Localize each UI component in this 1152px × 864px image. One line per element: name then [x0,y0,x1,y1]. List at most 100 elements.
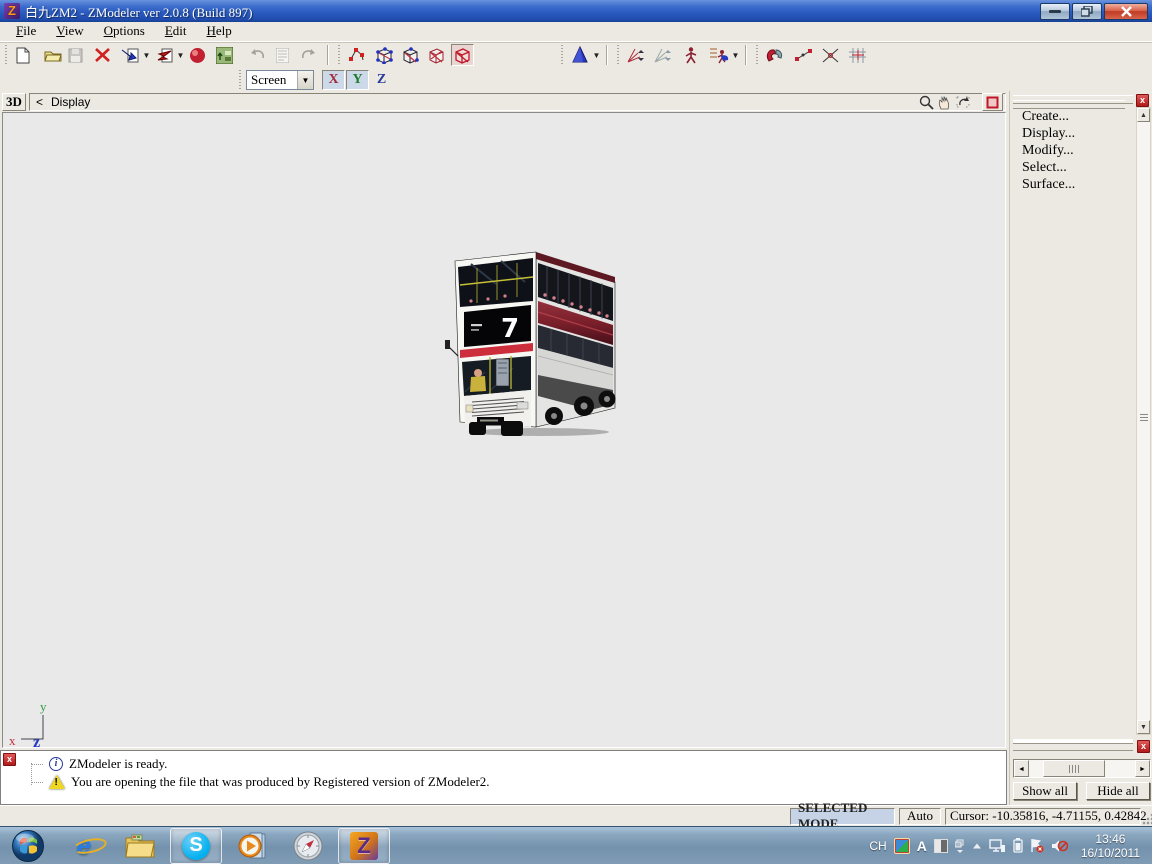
panel-close-button[interactable]: x [1136,94,1149,107]
menu-edit[interactable]: Edit [155,22,197,41]
scroll-left-button[interactable]: ◄ [1014,760,1029,777]
menu-help[interactable]: Help [197,22,242,41]
volume-muted-icon[interactable] [1051,839,1068,853]
create-primitive-dropdown[interactable]: ▼ [591,44,602,66]
magnet-snap-button[interactable] [763,44,786,66]
save-button[interactable] [64,44,87,66]
language-indicator[interactable]: CH [869,839,886,853]
open-file-button[interactable] [41,44,64,66]
resize-grip[interactable] [1140,812,1152,826]
auto-indicator[interactable]: Auto [898,807,941,825]
log-close-button[interactable]: x [3,753,16,766]
taskbar-explorer-button[interactable] [114,828,166,864]
redo-button[interactable] [296,44,319,66]
sort-up-button[interactable] [624,44,647,66]
panel-item-surface[interactable]: Surface... [1022,177,1075,193]
level-toolbar-grip[interactable] [337,45,342,65]
scroll-right-button[interactable]: ► [1135,760,1150,777]
close-button[interactable] [1104,2,1148,20]
edges-level-button[interactable] [373,44,396,66]
scroll-down-button[interactable]: ▼ [1137,720,1150,734]
axis-y-button[interactable]: Y [346,70,369,90]
import-button[interactable] [118,44,141,66]
taskbar-media-player-button[interactable] [226,828,278,864]
vertices-level-button[interactable] [345,44,368,66]
start-button[interactable] [2,828,54,864]
selected-mode-indicator[interactable]: SELECTED MODE [790,800,895,831]
orbit-tool-icon[interactable] [955,95,971,110]
panel-grip2[interactable] [1013,100,1125,109]
viewport-mode-button[interactable]: 3D [2,93,26,111]
hscroll-thumb[interactable] [1043,760,1105,777]
show-hidden-icons-button[interactable] [972,843,982,849]
panel-item-modify[interactable]: Modify... [1022,143,1074,159]
taskbar-skype-button[interactable]: S [170,827,222,864]
objects-level-button[interactable] [451,44,474,66]
action-center-flag-icon[interactable] [1030,838,1044,853]
delete-button[interactable] [91,44,114,66]
panel-bottom-close-button[interactable]: x [1137,740,1150,753]
polygons-level-button[interactable] [425,44,448,66]
taskbar-zmodeler-button[interactable]: Z [338,827,390,864]
import-dropdown[interactable]: ▼ [141,44,152,66]
snap-grid-button[interactable] [846,44,869,66]
battery-icon[interactable] [1013,838,1023,853]
faces-level-button[interactable] [399,44,422,66]
snap-vertices-button[interactable] [792,44,815,66]
anim-toolbar-grip[interactable] [616,45,621,65]
taskbar-clock[interactable]: 13:46 16/10/2011 [1075,832,1146,860]
export-dropdown[interactable]: ▼ [175,44,186,66]
snap-intersection-button[interactable] [819,44,842,66]
panel-vertical-scrollbar[interactable]: ▲ ▼ [1136,107,1151,735]
panel-bottom-grip[interactable] [1013,739,1133,751]
animation-tools-button[interactable] [707,44,730,66]
axes-toolbar-grip[interactable] [238,70,243,90]
space-selector[interactable]: Screen ▼ [246,70,314,90]
axis-x-button[interactable]: X [322,70,345,90]
scroll-up-button[interactable]: ▲ [1137,108,1150,122]
pan-tool-icon[interactable] [937,95,952,110]
prim-toolbar-grip[interactable] [560,45,565,65]
menu-options[interactable]: Options [94,22,155,41]
language-bar-panel-icon[interactable] [933,838,948,853]
snap-toolbar-grip[interactable] [755,45,760,65]
zoom-tool-icon[interactable] [919,95,934,110]
space-selector-dropdown-icon[interactable]: ▼ [297,71,313,89]
network-icon[interactable] [989,838,1006,853]
axis-z-button[interactable]: Z [370,70,393,90]
viewport-back-arrow[interactable]: < [36,95,43,109]
material-editor-button[interactable] [213,44,236,66]
panel-horizontal-scrollbar[interactable]: ◄ ► [1013,759,1151,778]
create-primitive-button[interactable] [568,44,591,66]
minimize-icon [1049,9,1061,13]
animation-dropdown[interactable]: ▼ [730,44,741,66]
menu-file[interactable]: File [6,22,46,41]
show-all-button[interactable]: Show all [1013,782,1077,800]
bus-model[interactable]: 7 [441,244,631,439]
input-mode-indicator[interactable]: A [917,838,927,854]
restore-button[interactable] [1072,2,1102,20]
export-button[interactable] [152,44,175,66]
scrollbar-grip[interactable] [1140,414,1148,422]
minimize-button[interactable] [1040,2,1070,20]
title-bar[interactable]: Z 白九ZM2 - ZModeler ver 2.0.8 (Build 897) [0,0,1152,22]
toolbar-grip[interactable] [4,45,9,65]
maximize-viewport-icon[interactable] [986,96,999,109]
language-bar-options-icon[interactable] [954,839,965,853]
viewport-canvas[interactable]: 7 y x z [2,112,1006,749]
taskbar-ie-button[interactable]: e [58,828,110,864]
taskbar-safari-button[interactable] [282,828,334,864]
render-button[interactable] [186,44,209,66]
panel-item-select[interactable]: Select... [1022,160,1067,176]
history-button[interactable] [271,44,294,66]
ime-icon[interactable] [893,837,910,854]
new-file-button[interactable] [12,44,35,66]
undo-button[interactable] [246,44,269,66]
panel-item-display[interactable]: Display... [1022,126,1075,142]
hide-all-button[interactable]: Hide all [1086,782,1150,800]
sort-down-button[interactable] [651,44,674,66]
panel-item-create[interactable]: Create... [1022,109,1069,125]
viewport-title-strip[interactable]: < Display [29,93,1006,111]
animate-figure-button[interactable] [680,44,703,66]
menu-view[interactable]: View [46,22,93,41]
